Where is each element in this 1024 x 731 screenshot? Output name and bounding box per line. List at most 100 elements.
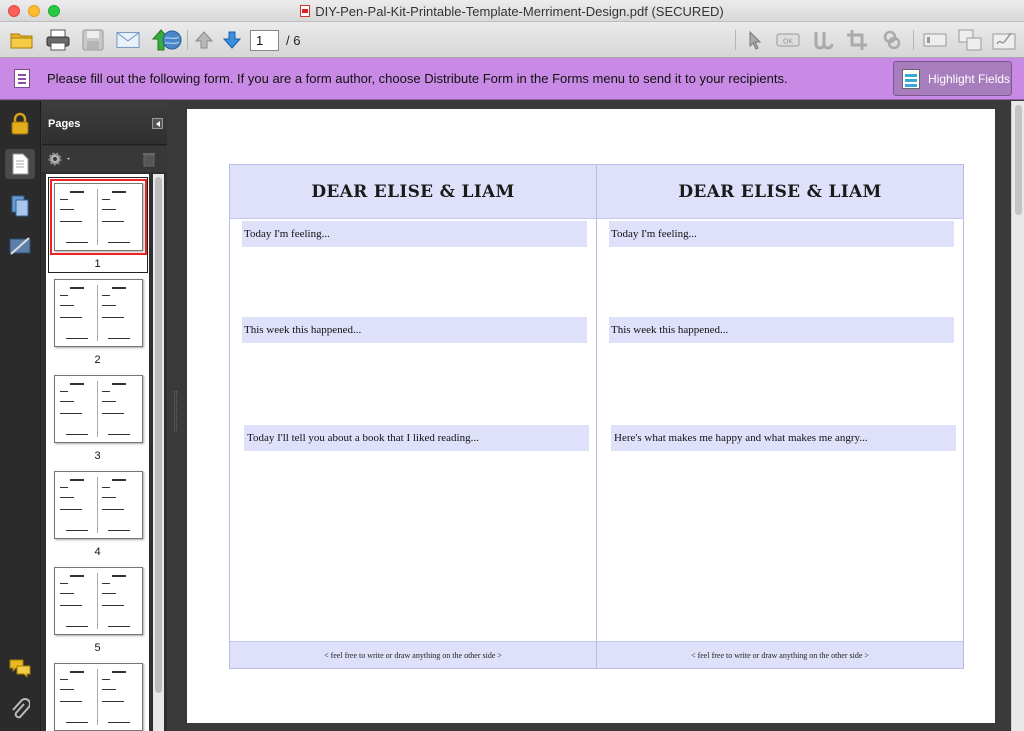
list-icon[interactable] <box>958 28 982 52</box>
pages-panel-icon[interactable] <box>5 149 35 179</box>
thumbnail-letter-half <box>100 573 140 629</box>
thumbnail-text-line <box>108 338 130 339</box>
delete-page-trash-icon[interactable] <box>142 151 156 170</box>
prompt-week-field[interactable]: This week this happened... <box>242 317 587 343</box>
thumbnail-text-line <box>108 530 130 531</box>
print-icon[interactable] <box>46 28 70 52</box>
thumbnail-text-line <box>66 434 88 435</box>
signatures-panel-icon[interactable] <box>5 231 35 261</box>
thumbnail-text-line <box>60 209 74 210</box>
prompt-feeling-field[interactable]: Today I'm feeling... <box>242 221 587 247</box>
thumbnails-scrollbar[interactable] <box>153 174 164 731</box>
panel-splitter[interactable] <box>167 101 185 731</box>
thumbnail-text-line <box>108 434 130 435</box>
thumbnail-page-number: 1 <box>94 258 101 270</box>
thumbnail-text-line <box>60 221 82 222</box>
thumbnail-text-line <box>60 487 68 488</box>
thumbnail-letter-half <box>100 285 140 341</box>
sign-icon[interactable] <box>992 28 1016 52</box>
thumbnail-text-line <box>102 689 116 690</box>
thumbnail-letter-half <box>100 669 140 725</box>
pages-panel-tools <box>42 146 167 172</box>
page-thumbnail[interactable]: 5 <box>46 558 149 654</box>
thumbnail-text-line <box>70 287 84 289</box>
thumbnail-letter-half <box>58 573 98 629</box>
thumbnails-scroll-thumb[interactable] <box>155 177 162 693</box>
thumbnail-text-line <box>102 401 116 402</box>
thumbnail-text-line <box>102 317 124 318</box>
thumbnail-text-line <box>108 626 130 627</box>
window-title: DIY-Pen-Pal-Kit-Printable-Template-Merri… <box>0 4 1024 19</box>
thumbnail-text-line <box>70 383 84 385</box>
thumbnail-text-line <box>102 605 124 606</box>
open-folder-icon[interactable] <box>10 28 34 52</box>
prompt-happy-angry-field[interactable]: Here's what makes me happy and what make… <box>611 425 956 451</box>
prompt-book-field[interactable]: Today I'll tell you about a book that I … <box>244 425 589 451</box>
prompt-week-field[interactable]: This week this happened... <box>609 317 954 343</box>
collapse-panel-button[interactable] <box>152 118 163 129</box>
thumbnail-text-line <box>102 391 110 392</box>
select-cursor-icon[interactable] <box>743 28 767 52</box>
thumbnail-text-line <box>60 701 82 702</box>
pdf-page: DEAR ELISE & LIAM Today I'm feeling... T… <box>187 109 995 723</box>
document-scroll-thumb[interactable] <box>1015 105 1022 215</box>
thumbnail-text-line <box>102 221 124 222</box>
page-thumbnail[interactable]: 4 <box>46 462 149 558</box>
prompt-feeling-field[interactable]: Today I'm feeling... <box>609 221 954 247</box>
comments-icon[interactable] <box>5 653 35 683</box>
link-icon[interactable] <box>880 28 904 52</box>
touchup-text-icon[interactable] <box>811 28 835 52</box>
thumbnail-text-line <box>60 679 68 680</box>
next-page-icon[interactable] <box>220 28 244 52</box>
page-thumbnail[interactable]: 6 <box>46 654 149 731</box>
thumbnail-text-line <box>102 593 116 594</box>
page-thumbnail[interactable]: 3 <box>46 366 149 462</box>
thumbnail-text-line <box>60 509 82 510</box>
thumbnail-page-number: 3 <box>94 450 101 462</box>
thumbnail-text-line <box>70 671 84 673</box>
splitter-grip[interactable] <box>174 391 177 431</box>
ok-button-icon[interactable]: OK <box>776 28 800 52</box>
save-icon[interactable] <box>81 28 105 52</box>
crop-icon[interactable] <box>845 28 869 52</box>
letter-card-left: DEAR ELISE & LIAM Today I'm feeling... T… <box>229 164 597 669</box>
thumbnail-page-number: 4 <box>94 546 101 558</box>
thumbnail-letter-half <box>100 381 140 437</box>
thumbnail-text-line <box>66 530 88 531</box>
security-lock-icon[interactable] <box>5 109 35 139</box>
options-gear-icon[interactable] <box>47 151 73 170</box>
thumbnail-text-line <box>60 583 68 584</box>
pdf-file-icon <box>300 5 311 17</box>
thumbnail-text-line <box>60 497 74 498</box>
form-document-icon <box>14 69 30 88</box>
page-thumbnail[interactable]: 2 <box>46 270 149 366</box>
thumbnail-text-line <box>66 626 88 627</box>
textfield-icon[interactable] <box>923 28 947 52</box>
letter-card-right: DEAR ELISE & LIAM Today I'm feeling... T… <box>596 164 964 669</box>
thumbnail-text-line <box>102 487 110 488</box>
highlight-fields-button[interactable]: Highlight Fields <box>893 61 1012 96</box>
thumbnail-text-line <box>60 199 68 200</box>
thumbnail-letter-half <box>58 381 98 437</box>
attachments-panel-icon[interactable] <box>5 191 35 221</box>
thumbnail-text-line <box>66 338 88 339</box>
attachment-paperclip-icon[interactable] <box>5 695 35 725</box>
thumbnail-text-line <box>102 199 110 200</box>
thumbnail-text-line <box>70 575 84 577</box>
thumbnail-text-line <box>102 679 110 680</box>
page-thumbnail[interactable]: 1 <box>46 174 149 273</box>
thumbnail-text-line <box>60 593 74 594</box>
collaborate-icon[interactable] <box>160 28 184 52</box>
page-number-input[interactable]: 1 <box>250 30 279 51</box>
thumbnail-text-line <box>108 242 130 243</box>
document-scrollbar[interactable] <box>1011 101 1024 731</box>
thumbnail-page-number: 2 <box>94 354 101 366</box>
email-icon[interactable] <box>116 28 140 52</box>
prev-page-icon[interactable] <box>192 28 216 52</box>
thumbnail-page-image <box>54 375 143 443</box>
window-title-text: DIY-Pen-Pal-Kit-Printable-Template-Merri… <box>315 4 724 19</box>
thumbnail-text-line <box>112 383 126 385</box>
thumbnail-text-line <box>60 605 82 606</box>
thumbnail-page-image <box>54 663 143 731</box>
page-thumbnails-list: 1 2 3 4 56 <box>46 174 149 731</box>
